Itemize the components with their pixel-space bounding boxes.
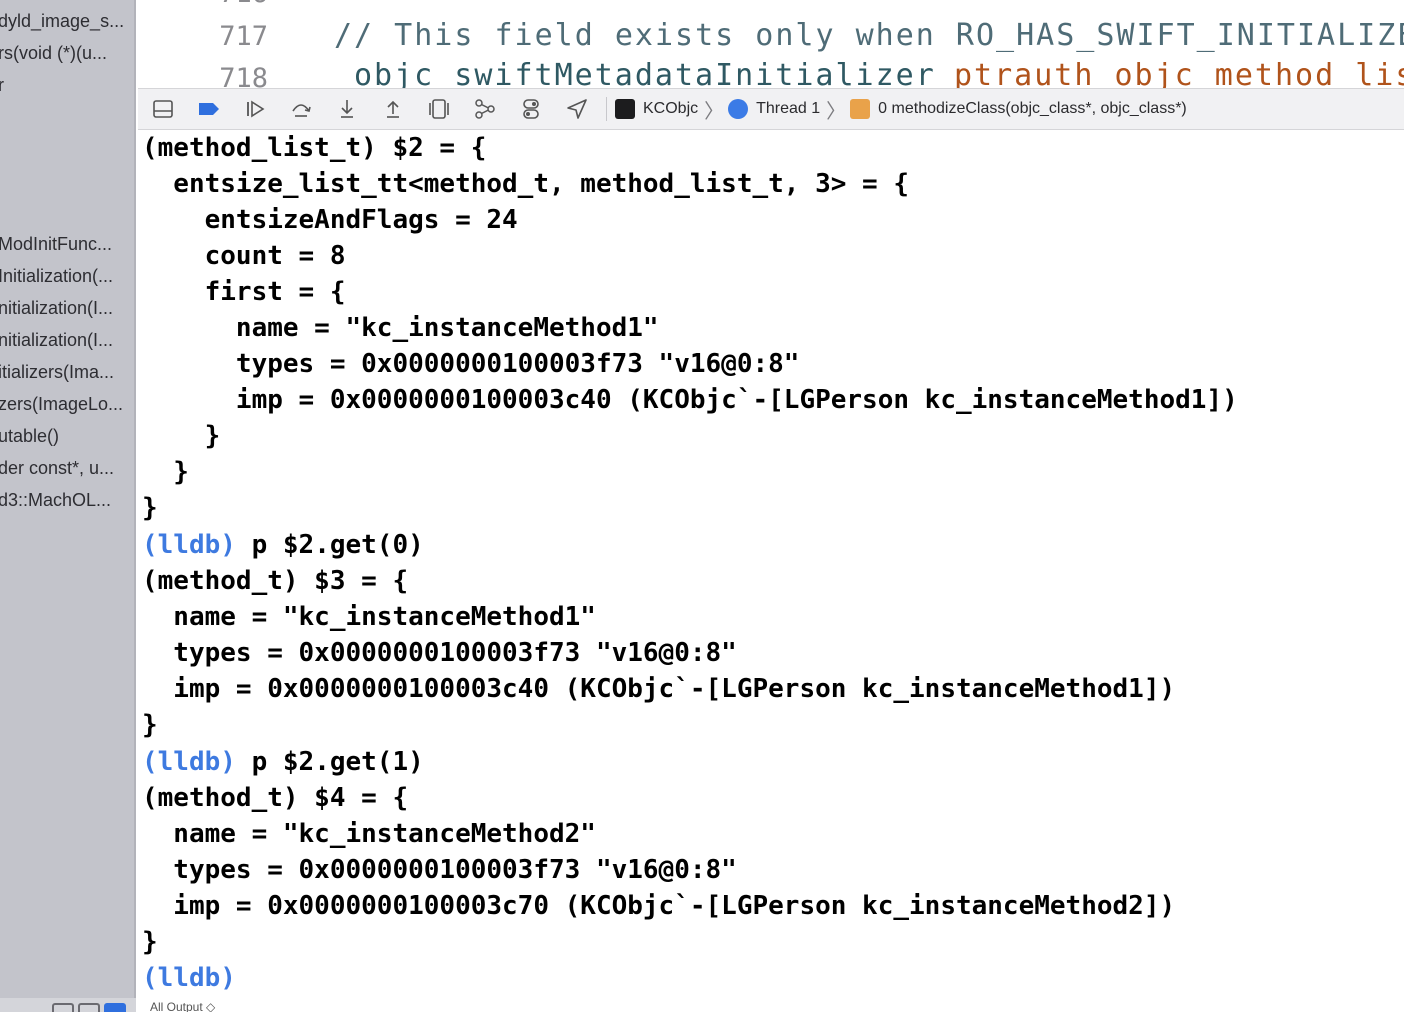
console-line: entsizeAndFlags = 24 [142, 205, 518, 235]
terminal-app-icon [615, 99, 635, 119]
console-line: types = 0x0000000100003f73 "v16@0:8" [142, 855, 737, 885]
code-identifier: objc_swiftMetadataInitializer [354, 58, 936, 88]
console-command-line: (lldb) p $2.get(0) [142, 530, 424, 560]
stack-frame[interactable]: itializers(Ima... [0, 357, 136, 387]
line-number: 717 [219, 21, 268, 52]
stack-frame[interactable]: utable() [0, 421, 136, 451]
breadcrumb-frame[interactable]: 0 methodizeClass(objc_class*, objc_class… [850, 99, 1187, 119]
continue-icon[interactable] [240, 94, 270, 124]
lldb-prompt: (lldb) [142, 747, 236, 777]
stack-frame[interactable]: dyld_image_s... [0, 6, 136, 36]
debug-navigator: dyld_image_s... rs(void (*)(u... r ModIn… [0, 0, 136, 1012]
output-filter-popup[interactable]: All Output ◇ [138, 1000, 1404, 1012]
console-line: imp = 0x0000000100003c40 (KCObjc`-[LGPer… [142, 385, 1238, 415]
console-line: (method_list_t) $2 = { [142, 133, 487, 163]
filter-button-active[interactable] [104, 1003, 126, 1012]
console-line: (method_t) $3 = { [142, 566, 409, 596]
breadcrumb-frame-label: 0 methodizeClass(objc_class*, objc_class… [878, 100, 1187, 117]
console-line: count = 8 [142, 241, 346, 271]
console-line: name = "kc_instanceMethod1" [142, 602, 596, 632]
source-editor[interactable]: 716 717 // This field exists only when R… [138, 0, 1404, 88]
stack-frame[interactable]: r [0, 70, 136, 100]
stack-frame-icon [850, 99, 871, 119]
console-line: imp = 0x0000000100003c40 (KCObjc`-[LGPer… [142, 674, 1176, 704]
memory-graph-icon[interactable] [470, 94, 500, 124]
console-command-line: (lldb) p $2.get(1) [142, 747, 424, 777]
step-over-icon[interactable] [286, 94, 316, 124]
stack-frame[interactable]: nitialization(I... [0, 293, 136, 323]
breadcrumb-thread[interactable]: Thread 1 [728, 99, 820, 119]
console-line: } [142, 457, 189, 487]
stack-frame[interactable]: Initialization(... [0, 261, 136, 291]
chevron-right-icon: 〉 [704, 98, 725, 123]
toolbar-divider [606, 97, 607, 121]
console-line: name = "kc_instanceMethod2" [142, 819, 596, 849]
view-hierarchy-icon[interactable] [424, 94, 454, 124]
environment-overrides-icon[interactable] [516, 94, 546, 124]
step-out-icon[interactable] [378, 94, 408, 124]
stack-frame[interactable]: nitialization(I... [0, 325, 136, 355]
breadcrumb-target-label: KCObjc [643, 100, 699, 117]
console-line: } [142, 421, 221, 451]
line-number: 716 [168, 0, 268, 9]
breadcrumb-thread-label: Thread 1 [756, 100, 821, 117]
console-line: } [142, 927, 158, 957]
console-line: types = 0x0000000100003f73 "v16@0:8" [142, 638, 737, 668]
breakpoints-toggle-icon[interactable] [194, 94, 224, 124]
stack-frame[interactable]: rs(void (*)(u... [0, 38, 136, 68]
chevron-right-icon: 〉 [826, 98, 847, 123]
hide-debug-area-icon[interactable] [148, 94, 178, 124]
navigator-filter-bar [0, 998, 136, 1012]
stack-frame[interactable]: zers(ImageLo... [0, 389, 136, 419]
step-into-icon[interactable] [332, 94, 362, 124]
filter-button[interactable] [52, 1003, 74, 1012]
breadcrumb-target[interactable]: KCObjc [615, 99, 698, 119]
code-macro: ptrauth_objc_method_list [954, 58, 1404, 88]
stack-frame[interactable]: ModInitFunc... [0, 229, 136, 259]
console-input-line[interactable]: (lldb) [142, 960, 236, 996]
console-line: name = "kc_instanceMethod1" [142, 313, 659, 343]
thread-icon [728, 99, 749, 119]
line-number: 718 [219, 63, 268, 88]
stack-frame[interactable]: der const*, u... [0, 453, 136, 483]
lldb-prompt: (lldb) [142, 963, 236, 993]
console-line: first = { [142, 277, 346, 307]
code-comment: // This field exists only when RO_HAS_SW… [334, 18, 1404, 53]
console-line: } [142, 493, 158, 523]
console-line: (method_t) $4 = { [142, 783, 409, 813]
console-line: imp = 0x0000000100003c70 (KCObjc`-[LGPer… [142, 891, 1176, 921]
stack-frame[interactable]: d3::MachOL... [0, 485, 136, 515]
console-line: entsize_list_tt<method_t, method_list_t,… [142, 169, 910, 199]
debug-bar: KCObjc 〉 Thread 1 〉 0 methodizeClass(obj… [138, 88, 1404, 130]
console-line: types = 0x0000000100003f73 "v16@0:8" [142, 349, 800, 379]
debug-console[interactable]: (method_list_t) $2 = { entsize_list_tt<m… [138, 130, 1404, 1012]
simulate-location-icon[interactable] [562, 94, 592, 124]
filter-button[interactable] [78, 1003, 100, 1012]
lldb-prompt: (lldb) [142, 530, 236, 560]
console-line: } [142, 710, 158, 740]
